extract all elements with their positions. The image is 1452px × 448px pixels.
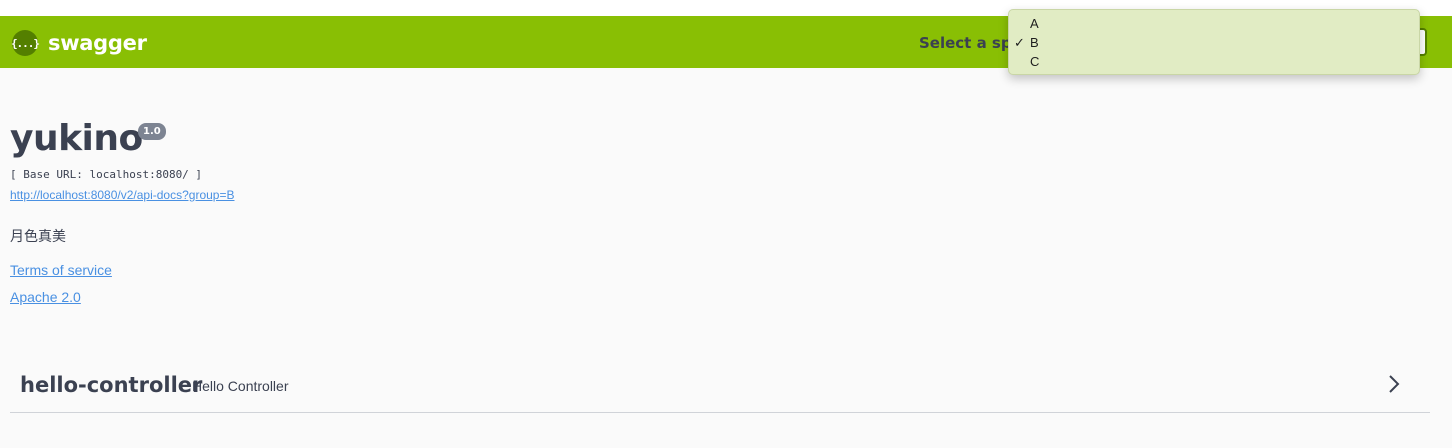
swagger-logo[interactable]: {...} swagger [11, 29, 147, 57]
tag-name: hello-controller [20, 373, 203, 397]
version-badge: 1.0 [138, 123, 166, 140]
chevron-right-icon[interactable] [1386, 374, 1402, 394]
spec-option-label: B [1030, 35, 1039, 50]
api-description: 月色真美 [10, 228, 66, 244]
api-info-title-block: yukino 1.0 [10, 118, 166, 159]
api-title: yukino [10, 118, 143, 159]
terms-of-service-link[interactable]: Terms of service [10, 262, 112, 278]
tag-section-hello-controller[interactable]: hello-controller Hello Controller [10, 364, 1430, 413]
spec-option-label: C [1030, 54, 1040, 69]
spec-option-b[interactable]: ✓ B [1009, 33, 1419, 52]
spec-dropdown-menu: A ✓ B C [1008, 9, 1420, 75]
spec-option-c[interactable]: C [1009, 52, 1419, 71]
license-link[interactable]: Apache 2.0 [10, 289, 81, 305]
base-url: [ Base URL: localhost:8080/ ] [10, 168, 203, 181]
spec-option-a[interactable]: A [1009, 14, 1419, 33]
spec-option-label: A [1030, 16, 1039, 31]
checkmark-icon: ✓ [1014, 35, 1025, 50]
api-docs-link[interactable]: http://localhost:8080/v2/api-docs?group=… [10, 188, 234, 202]
swagger-logo-icon: {...} [11, 30, 40, 56]
swagger-logo-text: swagger [48, 31, 147, 55]
tag-description: Hello Controller [192, 378, 289, 394]
